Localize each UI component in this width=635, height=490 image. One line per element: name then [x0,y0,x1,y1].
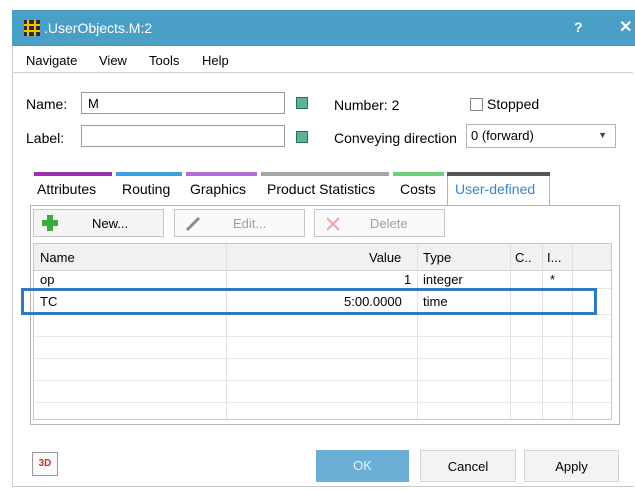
app-grid-icon [24,20,40,36]
menu-view[interactable]: View [99,53,127,68]
row-name: op [40,272,55,287]
row-divider [34,336,611,337]
conveying-label: Conveying direction [334,130,457,146]
title-bar: .UserObjects.M:2 ? ✕ [12,10,635,46]
column-header-type[interactable]: Type [423,250,451,265]
edit-button-label: Edit... [233,216,267,231]
column-header-name[interactable]: Name [40,250,75,265]
tab-user-defined[interactable]: User-defined [455,181,535,197]
col-divider [226,244,227,419]
label-label: Label: [26,130,65,146]
row-divider [34,402,611,403]
row-divider [34,380,611,381]
tab-graphics[interactable]: Graphics [190,181,246,197]
selected-row-highlight [21,288,597,315]
menu-navigate[interactable]: Navigate [26,53,77,68]
tab-product-statistics-accent [261,172,389,176]
col-divider [542,244,543,419]
plus-icon [42,215,58,231]
row-divider [34,358,611,359]
apply-button[interactable]: Apply [524,450,619,482]
conveying-direction-value: 0 (forward) [471,128,534,143]
attributes-table[interactable]: Name Value Type C.. I... op 1 integer * … [33,243,612,420]
window-title: .UserObjects.M:2 [44,20,153,36]
tab-costs[interactable]: Costs [400,181,436,197]
help-button[interactable]: ? [574,19,583,35]
pencil-icon [185,216,201,232]
stopped-checkbox[interactable] [470,98,483,111]
menu-separator [12,72,633,73]
stopped-label: Stopped [487,96,540,112]
name-label: Name: [26,96,68,112]
new-button[interactable]: New... [33,209,164,237]
label-inherit-toggle[interactable] [296,131,308,143]
row-i: * [550,272,556,287]
column-header-value[interactable]: Value [369,250,401,265]
row-value: 1 [404,272,412,287]
cancel-button[interactable]: Cancel [420,450,516,482]
menu-help[interactable]: Help [202,53,229,68]
name-field[interactable]: M [81,92,285,114]
tab-costs-accent [393,172,444,176]
tab-graphics-accent [186,172,257,176]
col-divider [510,244,511,419]
column-header-i[interactable]: I... [547,250,561,265]
tab-routing[interactable]: Routing [122,181,170,197]
number-text: Number: 2 [334,97,400,113]
row-type: integer [423,272,463,287]
menu-tools[interactable]: Tools [149,53,179,68]
col-divider [417,244,418,419]
3d-view-button[interactable]: 3D [32,452,58,476]
col-divider [572,244,573,419]
edit-button[interactable]: Edit... [174,209,305,237]
new-button-label: New... [92,216,129,231]
conveying-direction-select[interactable]: 0 (forward) ▼ [466,124,616,148]
column-header-c[interactable]: C.. [515,250,532,265]
close-button[interactable]: ✕ [619,17,632,37]
tab-product-statistics[interactable]: Product Statistics [267,181,375,197]
tab-attributes[interactable]: Attributes [37,181,96,197]
tab-attributes-accent [34,172,112,176]
tab-user-defined-accent [447,172,550,176]
delete-button-label: Delete [370,216,408,231]
chevron-down-icon: ▼ [598,130,607,140]
name-inherit-toggle[interactable] [296,97,308,109]
delete-x-icon [326,217,340,231]
tab-routing-accent [116,172,182,176]
label-field[interactable] [81,125,285,147]
delete-button[interactable]: Delete [314,209,445,237]
ok-button[interactable]: OK [316,450,409,482]
